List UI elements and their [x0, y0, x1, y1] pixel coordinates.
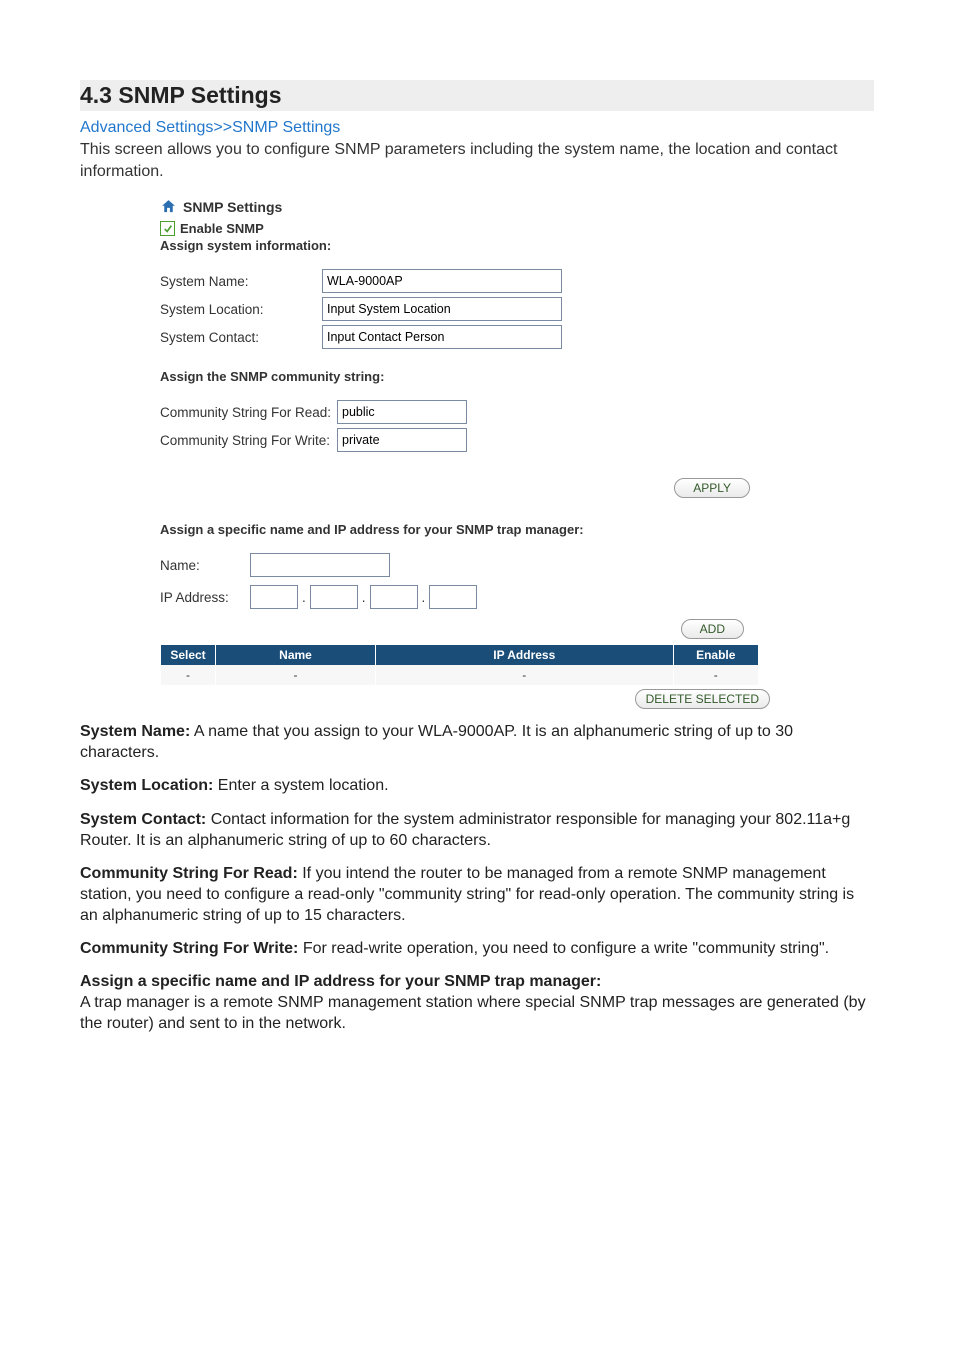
trap-table: Select Name IP Address Enable - - - - [160, 645, 758, 685]
cell-name: - [216, 665, 376, 685]
panel-title-row: SNMP Settings [160, 198, 780, 215]
doc-community-write-lead: Community String For Write: [80, 940, 298, 957]
doc-system-location-body: Enter a system location. [213, 777, 388, 794]
community-grid: Community String For Read: Community Str… [160, 400, 780, 452]
doc-community-read-lead: Community String For Read: [80, 865, 298, 882]
ip-address-group: . . . [250, 585, 780, 609]
doc-system-name: System Name: A name that you assign to y… [80, 721, 874, 763]
apply-button[interactable]: APPLY [674, 478, 750, 498]
ip-octet-3[interactable] [370, 585, 418, 609]
system-contact-input[interactable] [322, 325, 562, 349]
community-read-input[interactable] [337, 400, 467, 424]
doc-system-location: System Location: Enter a system location… [80, 775, 874, 796]
table-row: - - - - [161, 665, 759, 685]
doc-system-contact-lead: System Contact: [80, 811, 206, 828]
system-location-input[interactable] [322, 297, 562, 321]
doc-system-contact: System Contact: Contact information for … [80, 809, 874, 851]
community-write-label: Community String For Write: [160, 433, 337, 448]
system-name-label: System Name: [160, 274, 320, 289]
trap-grid: Name: IP Address: . . . [160, 553, 780, 609]
trap-name-label: Name: [160, 558, 250, 573]
doc-trap-manager-lead: Assign a specific name and IP address fo… [80, 973, 601, 990]
community-heading: Assign the SNMP community string: [160, 369, 780, 384]
panel-title: SNMP Settings [183, 199, 282, 215]
trap-name-input[interactable] [250, 553, 390, 577]
ip-octet-2[interactable] [310, 585, 358, 609]
doc-trap-manager-body: A trap manager is a remote SNMP manageme… [80, 994, 866, 1032]
add-button[interactable]: ADD [681, 619, 744, 639]
col-select: Select [161, 645, 216, 665]
enable-snmp-checkbox[interactable] [160, 221, 175, 236]
check-icon [163, 224, 173, 234]
community-write-input[interactable] [337, 428, 467, 452]
trap-heading: Assign a specific name and IP address fo… [160, 522, 780, 537]
doc-system-name-lead: System Name: [80, 723, 190, 740]
col-enable: Enable [673, 645, 758, 665]
doc-system-location-lead: System Location: [80, 777, 213, 794]
enable-snmp-row: Enable SNMP [160, 221, 780, 236]
ip-octet-1[interactable] [250, 585, 298, 609]
community-read-label: Community String For Read: [160, 405, 337, 420]
system-contact-label: System Contact: [160, 330, 320, 345]
trap-ip-label: IP Address: [160, 590, 250, 605]
table-header-row: Select Name IP Address Enable [161, 645, 759, 665]
snmp-settings-panel: SNMP Settings Enable SNMP Assign system … [160, 198, 780, 709]
cell-enable: - [673, 665, 758, 685]
home-icon [160, 198, 177, 215]
system-name-input[interactable] [322, 269, 562, 293]
breadcrumb: Advanced Settings>>SNMP Settings [80, 119, 874, 137]
page-title: 4.3 SNMP Settings [80, 80, 874, 111]
doc-community-read: Community String For Read: If you intend… [80, 863, 874, 926]
cell-ip: - [376, 665, 674, 685]
assign-system-info-heading: Assign system information: [160, 238, 780, 253]
doc-trap-manager: Assign a specific name and IP address fo… [80, 971, 874, 1034]
system-info-grid: System Name: System Location: System Con… [160, 269, 780, 349]
col-ip: IP Address [376, 645, 674, 665]
doc-community-write-body: For read-write operation, you need to co… [298, 940, 829, 957]
cell-select: - [161, 665, 216, 685]
system-location-label: System Location: [160, 302, 320, 317]
delete-selected-button[interactable]: DELETE SELECTED [635, 689, 770, 709]
enable-snmp-label: Enable SNMP [180, 221, 264, 236]
doc-community-write: Community String For Write: For read-wri… [80, 938, 874, 959]
ip-octet-4[interactable] [429, 585, 477, 609]
intro-text: This screen allows you to configure SNMP… [80, 139, 874, 182]
col-name: Name [216, 645, 376, 665]
